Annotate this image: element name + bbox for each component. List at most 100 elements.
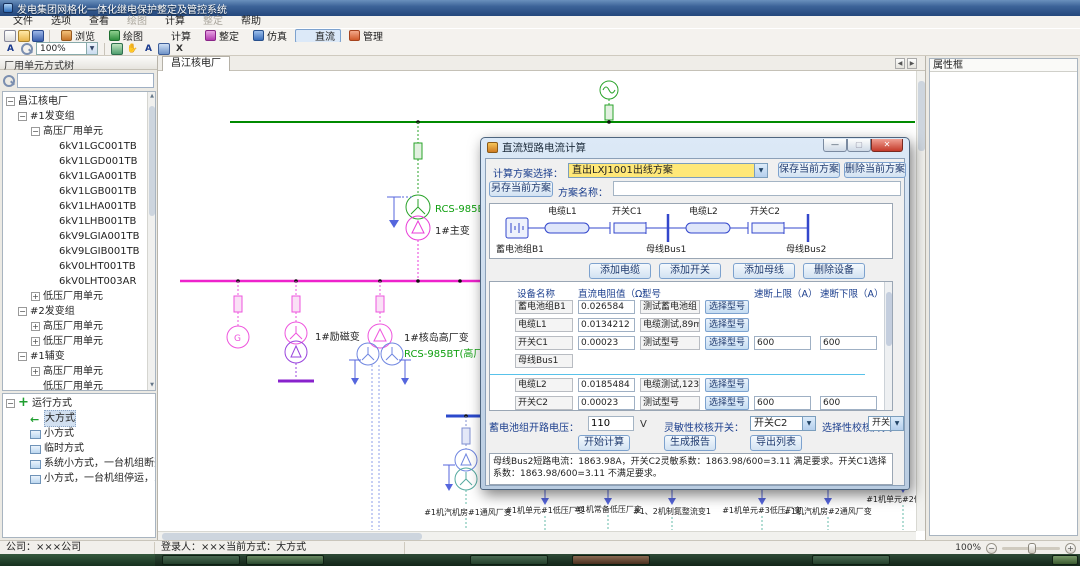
mode-tree-item[interactable]: 小方式: [3, 426, 155, 441]
minimize-icon[interactable]: —: [823, 139, 847, 152]
tree-item[interactable]: 6kV9LGIB001TB: [3, 244, 155, 259]
menu-item[interactable]: 绘图: [118, 16, 156, 28]
tree-item[interactable]: 6kV1LGC001TB: [3, 139, 155, 154]
island-transformer-branch[interactable]: [357, 281, 403, 530]
tree-scrollbar[interactable]: ▲ ▼: [147, 92, 155, 390]
open-file-icon[interactable]: [18, 30, 30, 42]
taskbar-start-area[interactable]: [0, 554, 155, 566]
tree-expander-icon[interactable]: [31, 322, 40, 331]
scroll-up-icon[interactable]: ▲: [148, 92, 156, 101]
mode-tree-item[interactable]: 临时方式: [3, 441, 155, 456]
toolbar-button[interactable]: 浏览: [55, 29, 101, 43]
add-cable-button[interactable]: 添加电缆: [589, 263, 651, 279]
tree-item[interactable]: 6kV0LHT003AR: [3, 274, 155, 289]
image-icon[interactable]: [111, 43, 123, 55]
menu-item[interactable]: 计算: [156, 16, 194, 28]
tree-item[interactable]: 6kV1LGD001TB: [3, 154, 155, 169]
toolbar-button[interactable]: 计算: [151, 29, 197, 43]
toolbar-button[interactable]: 仿真: [247, 29, 293, 43]
tree-item[interactable]: 低压厂用单元: [3, 289, 155, 304]
scrollbar-thumb[interactable]: [149, 106, 155, 216]
select-model-button[interactable]: 选择型号: [705, 300, 749, 314]
toolbar-button[interactable]: 直流: [295, 29, 341, 43]
upper-limit-input[interactable]: 600: [754, 396, 811, 410]
delete-device-button[interactable]: 删除设备: [803, 263, 865, 279]
tree-expander-icon[interactable]: [18, 307, 27, 316]
mode-tree-item[interactable]: 大方式: [3, 411, 155, 426]
font-icon[interactable]: A ▾: [142, 43, 155, 55]
canvas-horizontal-scrollbar[interactable]: [158, 531, 916, 540]
toolbar-button[interactable]: 管理: [343, 29, 389, 43]
add-bus-button[interactable]: 添加母线: [733, 263, 795, 279]
grid-source-symbol[interactable]: [600, 81, 618, 122]
save-scheme-button[interactable]: 保存当前方案: [778, 162, 840, 178]
chevron-down-icon[interactable]: ▼: [890, 417, 903, 430]
save-as-scheme-button[interactable]: 另存当前方案: [489, 181, 553, 197]
pan-hand-icon[interactable]: ✋: [126, 43, 139, 55]
tree-item[interactable]: #1发变组: [3, 109, 155, 124]
resistance-input[interactable]: 0.00023: [578, 396, 635, 410]
scheme-name-input[interactable]: [613, 181, 901, 196]
resistance-input[interactable]: 0.00023: [578, 336, 635, 350]
lv-transformer-branch[interactable]: [446, 414, 481, 506]
zoom-slider[interactable]: [1002, 547, 1060, 550]
start-calculation-button[interactable]: 开始计算: [578, 435, 630, 451]
tree-search-input[interactable]: [17, 73, 154, 88]
zoom-search-icon[interactable]: [20, 42, 33, 55]
tree-item[interactable]: 高压厂用单元: [3, 124, 155, 139]
close-icon[interactable]: ✕: [871, 139, 903, 152]
tree-item[interactable]: 6kV1LHB001TB: [3, 214, 155, 229]
main-transformer-branch[interactable]: [406, 120, 430, 280]
lower-limit-input[interactable]: 600: [820, 396, 877, 410]
mode-tree-item[interactable]: 小方式，一台机组停运，系统侧断开: [3, 471, 155, 486]
menu-item[interactable]: 文件: [4, 16, 42, 28]
upper-limit-input[interactable]: 600: [754, 336, 811, 350]
tree-item[interactable]: 6kV1LGA001TB: [3, 169, 155, 184]
maximize-icon[interactable]: ▢: [847, 139, 871, 152]
generate-report-button[interactable]: 生成报告: [664, 435, 716, 451]
taskbar-window-button[interactable]: [572, 555, 650, 565]
tree-item[interactable]: 6kV0LHT001TB: [3, 259, 155, 274]
tab-scroll-right-icon[interactable]: ▶: [907, 58, 917, 69]
save-file-icon[interactable]: [32, 30, 44, 42]
table-scrollbar[interactable]: [884, 282, 892, 410]
zoom-slider-thumb[interactable]: [1028, 543, 1036, 554]
delete-scheme-button[interactable]: 删除当前方案: [844, 162, 906, 178]
tree-expander-icon[interactable]: [31, 337, 40, 346]
scheme-select-combo[interactable]: 直出LXJ1001出线方案 ▼: [568, 163, 768, 178]
resistance-input[interactable]: 0.0134212: [578, 318, 635, 332]
new-file-icon[interactable]: [4, 30, 16, 42]
lower-limit-input[interactable]: 600: [820, 336, 877, 350]
resistance-input[interactable]: 0.0185484: [578, 378, 635, 392]
zoom-out-icon[interactable]: −: [986, 543, 997, 554]
menu-item[interactable]: 查看: [80, 16, 118, 28]
tree-expander-icon[interactable]: [18, 112, 27, 121]
switch1-symbol[interactable]: [614, 223, 646, 233]
taskbar-window-button[interactable]: [246, 555, 324, 565]
scroll-down-icon[interactable]: ▼: [148, 381, 156, 390]
resistance-input[interactable]: 0.026584: [578, 300, 635, 314]
tab-changjiang-plant[interactable]: 昌江核电厂: [162, 56, 230, 71]
select-model-button[interactable]: 选择型号: [705, 318, 749, 332]
excitation-transformer-branch[interactable]: [278, 281, 314, 381]
taskbar-window-button[interactable]: [162, 555, 240, 565]
switch2-symbol[interactable]: [752, 223, 784, 233]
battery-symbol[interactable]: [506, 218, 528, 238]
chevron-down-icon[interactable]: ▼: [754, 164, 767, 177]
tree-item[interactable]: 低压厂用单元: [3, 379, 155, 391]
menu-item[interactable]: 帮助: [232, 16, 270, 28]
taskbar-window-button[interactable]: [470, 555, 548, 565]
tree-item[interactable]: 6kV1LHA001TB: [3, 199, 155, 214]
tree-expander-icon[interactable]: [31, 292, 40, 301]
menu-item[interactable]: 整定: [194, 16, 232, 28]
search-icon[interactable]: [2, 74, 15, 87]
tree-item[interactable]: #2发变组: [3, 304, 155, 319]
add-switch-button[interactable]: 添加开关: [659, 263, 721, 279]
tree-expander-icon[interactable]: [31, 367, 40, 376]
sensitivity-switch-combo[interactable]: 开关C2 ▼: [750, 416, 816, 431]
select-model-button[interactable]: 选择型号: [705, 378, 749, 392]
voltage-input[interactable]: [588, 416, 634, 431]
chevron-down-icon[interactable]: ▼: [802, 417, 815, 430]
chevron-down-icon[interactable]: ▼: [86, 43, 97, 54]
taskbar-tray-area[interactable]: [1052, 555, 1078, 565]
